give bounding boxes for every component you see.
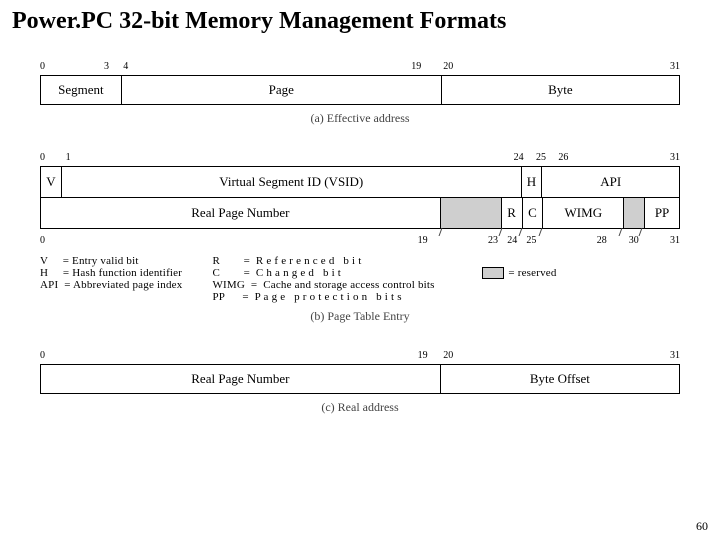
bit-31: 31 — [670, 61, 680, 72]
field-reserved-hi — [441, 198, 502, 228]
bit-0: 0 — [40, 152, 45, 163]
legend-col-1: V = Entry valid bit H = Hash function id… — [40, 255, 182, 303]
field-c: C — [523, 198, 544, 228]
field-byte-c: Byte Offset — [441, 365, 679, 393]
field-rpn: Real Page Number — [41, 198, 441, 228]
legend: V = Entry valid bit H = Hash function id… — [40, 255, 680, 303]
caption-c: (c) Real address — [40, 400, 680, 415]
figure-b: 0 1 24 25 26 31 V Virtual Segment ID (VS… — [40, 152, 680, 324]
bit-23: 23 — [488, 235, 498, 246]
bit-26: 26 — [558, 152, 568, 163]
field-h: H — [522, 167, 543, 197]
figure-c: 0 19 20 31 Real Page Number Byte Offset … — [40, 350, 680, 415]
field-api: API — [542, 167, 679, 197]
caption-a: (a) Effective address — [40, 111, 680, 126]
bit-19: 19 — [411, 61, 421, 72]
field-segment: Segment — [41, 76, 122, 104]
caption-b: (b) Page Table Entry — [40, 309, 680, 324]
bit-0: 0 — [40, 235, 45, 246]
fig-b-w2-bottom-bits: 0 19 23 24 25 28 30 31 — [40, 235, 680, 249]
field-byte: Byte — [442, 76, 679, 104]
legend-reserved: = reserved — [465, 255, 557, 303]
fig-c-top-bits: 0 19 20 31 — [40, 350, 680, 364]
bit-0: 0 — [40, 61, 45, 72]
field-rpn-c: Real Page Number — [41, 365, 441, 393]
field-v: V — [41, 167, 62, 197]
fig-b-word1: V Virtual Segment ID (VSID) H API — [40, 166, 680, 198]
bit-19: 19 — [418, 350, 428, 361]
bit-25: 25 — [526, 235, 536, 246]
fig-c-bar: Real Page Number Byte Offset — [40, 364, 680, 394]
field-r: R — [502, 198, 523, 228]
bit-31: 31 — [670, 235, 680, 246]
bit-20: 20 — [443, 350, 453, 361]
bit-3: 3 — [104, 61, 109, 72]
bit-30: 30 — [629, 235, 639, 246]
bit-20: 20 — [443, 61, 453, 72]
field-wimg: WIMG — [543, 198, 624, 228]
bit-24: 24 — [514, 152, 524, 163]
fig-a-top-bits: 0 3 4 19 20 31 — [40, 61, 680, 75]
field-reserved-lo — [624, 198, 645, 228]
figure-a: 0 3 4 19 20 31 Segment Page Byte (a) Eff… — [40, 61, 680, 126]
legend-col-2: R = R e f e r e n c e d b i t C = C h a … — [212, 255, 434, 303]
fig-a-bar: Segment Page Byte — [40, 75, 680, 105]
legend-reserved-text: = reserved — [508, 267, 556, 279]
field-page: Page — [122, 76, 442, 104]
bit-28: 28 — [597, 235, 607, 246]
bit-31: 31 — [670, 350, 680, 361]
bit-19: 19 — [418, 235, 428, 246]
bit-25: 25 — [536, 152, 546, 163]
page-title: Power.PC 32-bit Memory Management Format… — [0, 0, 720, 35]
bit-0: 0 — [40, 350, 45, 361]
bit-31: 31 — [670, 152, 680, 163]
field-vsid: Virtual Segment ID (VSID) — [62, 167, 522, 197]
fig-b-w1-top-bits: 0 1 24 25 26 31 — [40, 152, 680, 166]
bit-24: 24 — [507, 235, 517, 246]
field-pp: PP — [645, 198, 679, 228]
reserved-swatch-icon — [482, 267, 504, 279]
page-number: 60 — [696, 519, 708, 534]
bit-1: 1 — [66, 152, 71, 163]
bit-4: 4 — [123, 61, 128, 72]
fig-b-word2: Real Page Number R C WIMG PP — [40, 197, 680, 229]
